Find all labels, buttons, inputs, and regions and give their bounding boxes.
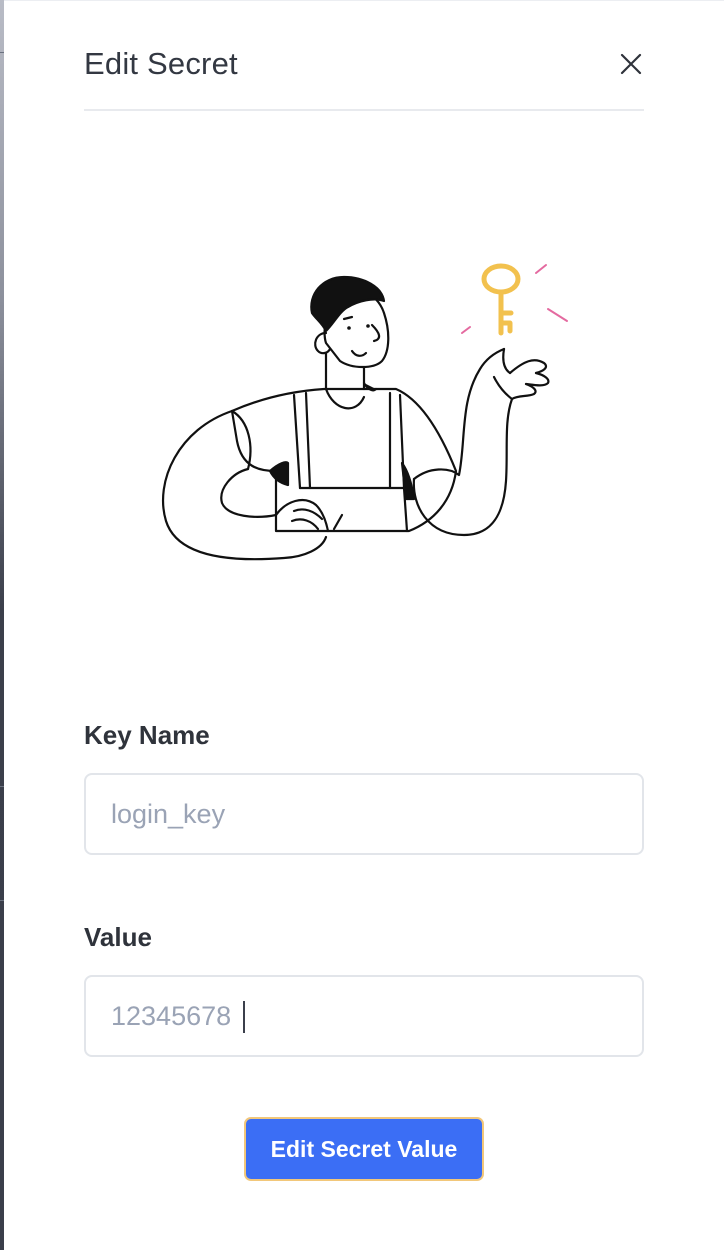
- drawer-header: Edit Secret: [84, 1, 644, 111]
- key-icon: [481, 263, 521, 336]
- text-cursor: [243, 1001, 245, 1033]
- value-label: Value: [84, 922, 152, 952]
- key-name-input[interactable]: [84, 773, 644, 855]
- page-title: Edit Secret: [84, 46, 238, 81]
- edit-secret-value-button[interactable]: Edit Secret Value: [244, 1117, 484, 1181]
- key-name-label: Key Name: [84, 720, 210, 750]
- secret-value-input[interactable]: [84, 975, 644, 1057]
- edit-secret-drawer: Edit Secret Key Name login_key Value 123…: [4, 0, 724, 1250]
- close-button[interactable]: [618, 51, 644, 77]
- close-icon: [620, 53, 642, 75]
